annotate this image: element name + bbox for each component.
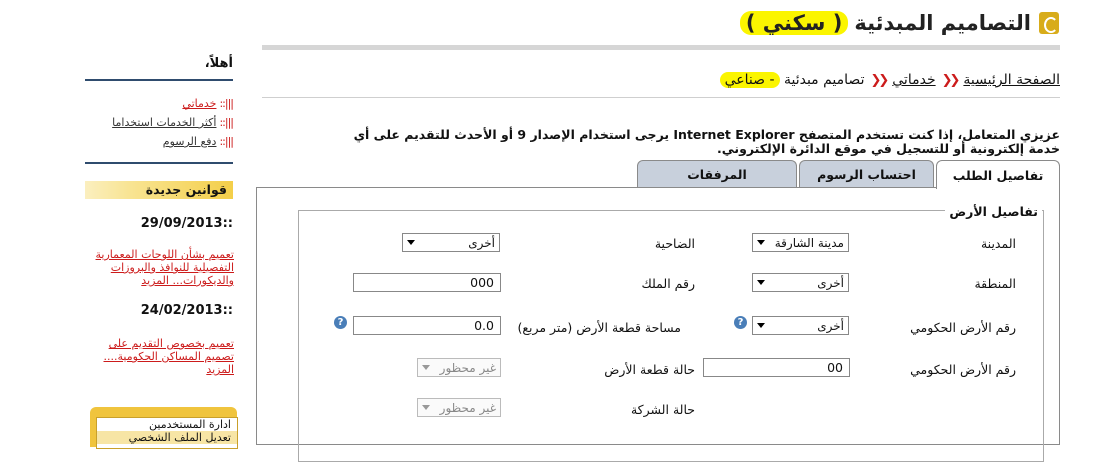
dropdown-arrow-icon [422, 365, 430, 370]
sidebar-item-label: خدماتي [182, 97, 217, 110]
sidebar-item-pay-fees[interactable]: |||:: دفع الرسوم [162, 135, 234, 148]
gov-land-number-select-label: رقم الأرض الحكومي [910, 320, 1016, 335]
news-date: 29/09/2013:: [140, 216, 233, 231]
city-select[interactable]: مدينة الشارقة [752, 233, 849, 252]
owner-number-input[interactable]: 000 [353, 273, 501, 292]
breadcrumb-chevron-icon: ❮❮ [870, 72, 889, 88]
suburb-select-value: أخرى [468, 235, 495, 250]
dropdown-arrow-icon [757, 240, 765, 245]
tab-fee-calculation[interactable]: احتساب الرسوم [799, 160, 934, 187]
page-title: التصاميم المبدئية ( سكني ) [739, 6, 1059, 40]
suburb-label: الضاحية [654, 236, 695, 251]
user-admin-menu: ادارة المستخدمين تعديل الملف الشخصي [96, 417, 238, 449]
sidebar-marker-icon: |||:: [219, 97, 233, 110]
gov-land-number-label: رقم الأرض الحكومي [910, 362, 1016, 377]
news-link[interactable]: تعميم بخصوص التقديم على تصميم المساكن ال… [94, 337, 235, 376]
sidebar-marker-icon: |||:: [219, 116, 233, 129]
sidebar-divider [85, 79, 233, 81]
plot-area-label: مساحة قطعة الأرض (متر مربع) [517, 320, 681, 335]
dropdown-arrow-icon [757, 323, 765, 328]
news-link[interactable]: تعميم بشأن اللوحات المعمارية التفصيلية ل… [94, 248, 234, 287]
company-status-label: حالة الشركة [630, 402, 695, 417]
breadcrumb-current: تصاميم مبدئية [783, 72, 865, 88]
land-details-legend: تفاصيل الأرض [945, 204, 1042, 219]
tab-attachments[interactable]: المرفقات [637, 160, 797, 187]
user-admin-title: ادارة المستخدمين [149, 418, 231, 431]
help-icon[interactable]: ? [334, 316, 347, 329]
new-laws-header: قوانين جديدة [85, 181, 233, 199]
area-select[interactable]: أخرى [752, 273, 849, 292]
breadcrumb-divider [262, 97, 1060, 98]
plot-area-input[interactable]: 0.0 [353, 316, 501, 335]
gov-land-number-input[interactable]: 00 [703, 358, 850, 377]
breadcrumb-current-highlight: - صناعي [719, 72, 780, 88]
plot-status-label: حالة قطعة الأرض [604, 362, 695, 377]
help-icon[interactable]: ? [734, 316, 747, 329]
breadcrumb: الصفحة الرئيسية ❮❮ خدماتي ❮❮ تصاميم مبدئ… [719, 72, 1060, 88]
company-status-select[interactable]: غير محظور [417, 398, 501, 417]
tab-request-details[interactable]: تفاصيل الطلب [936, 160, 1060, 189]
sidebar-item-my-services[interactable]: |||:: خدماتي [182, 97, 234, 110]
gov-land-number-select-value: أخرى [817, 318, 844, 333]
city-select-value: مدينة الشارقة [774, 235, 844, 250]
plot-status-select-value: غير محظور [439, 360, 496, 375]
area-label: المنطقة [974, 276, 1016, 291]
dropdown-arrow-icon [757, 280, 765, 285]
dropdown-arrow-icon [407, 240, 415, 245]
dropdown-arrow-icon [422, 405, 430, 410]
sidebar-marker-icon: |||:: [219, 135, 233, 148]
sidebar-item-label: أكثر الخدمات استخداما [112, 116, 217, 129]
sidebar-item-most-used[interactable]: |||:: أكثر الخدمات استخداما [112, 116, 234, 129]
breadcrumb-services-link[interactable]: خدماتي [892, 72, 935, 88]
area-select-value: أخرى [817, 275, 844, 290]
sidebar-divider [85, 162, 233, 164]
news-date: 24/02/2013:: [140, 303, 233, 318]
breadcrumb-home-link[interactable]: الصفحة الرئيسية [963, 72, 1060, 88]
plot-status-select[interactable]: غير محظور [417, 358, 501, 377]
edit-profile-link[interactable]: تعديل الملف الشخصي [97, 431, 237, 444]
page-title-text: التصاميم المبدئية [854, 11, 1031, 35]
browser-notice: عزيزي المتعامل، إذا كنت تستخدم المتصفح I… [353, 127, 1060, 156]
sidebar-item-label: دفع الرسوم [162, 135, 217, 148]
gov-land-number-select[interactable]: أخرى [752, 316, 849, 335]
company-status-select-value: غير محظور [439, 400, 496, 415]
sidebar-greeting: أهلاً، [204, 56, 233, 71]
breadcrumb-chevron-icon: ❮❮ [941, 72, 961, 88]
suburb-select[interactable]: أخرى [402, 233, 500, 252]
city-label: المدينة [980, 236, 1016, 251]
owner-number-label: رقم الملك [641, 276, 696, 291]
page-title-highlight: ( سكني ) [739, 11, 849, 35]
header-divider [262, 45, 1060, 50]
logo-icon [1039, 12, 1059, 34]
